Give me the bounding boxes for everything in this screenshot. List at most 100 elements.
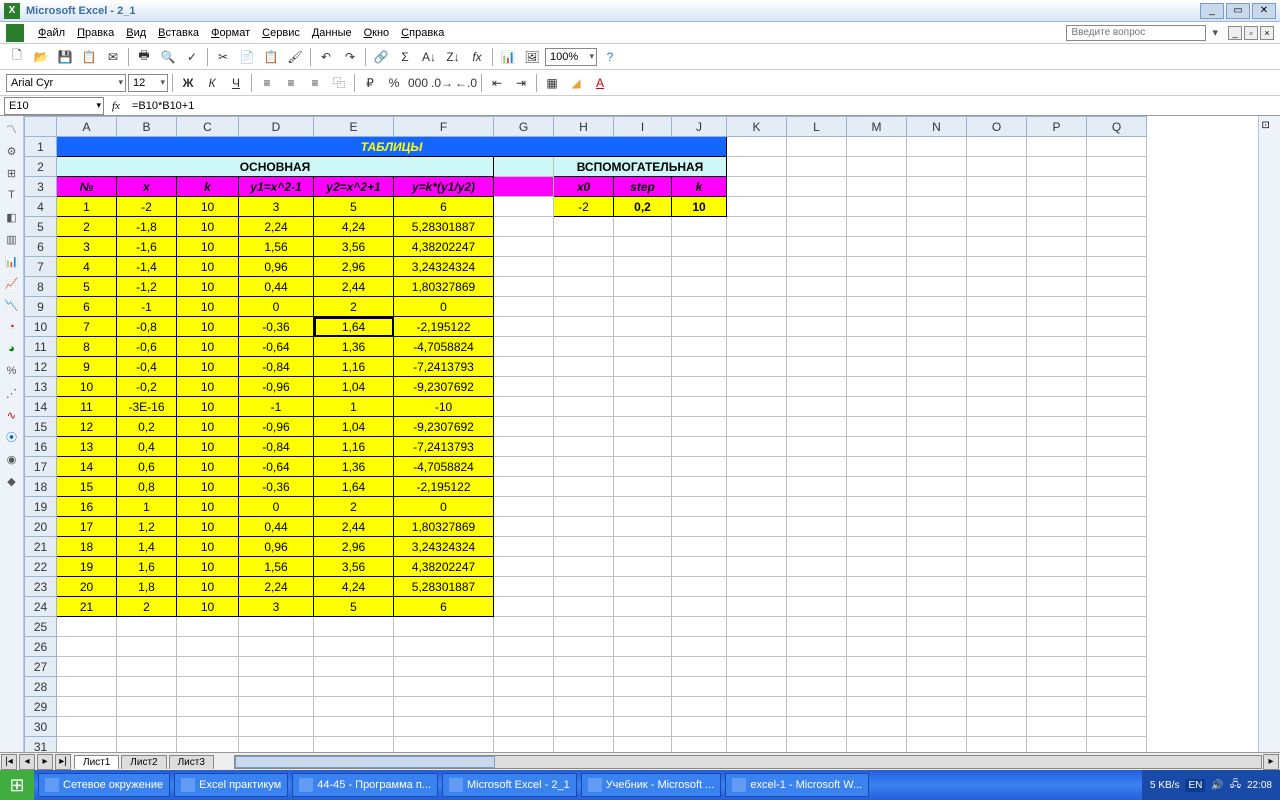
cell-G9[interactable]	[494, 297, 554, 317]
cell-G19[interactable]	[494, 497, 554, 517]
cell-A24[interactable]: 21	[57, 597, 117, 617]
cell-F23[interactable]: 5,28301887	[394, 577, 494, 597]
cell-H4[interactable]: -2	[554, 197, 614, 217]
cell-D12[interactable]: -0,84	[239, 357, 314, 377]
cell-F18[interactable]: -2,195122	[394, 477, 494, 497]
cell-C16[interactable]: 10	[177, 437, 239, 457]
cell-I20[interactable]	[614, 517, 672, 537]
cell-A1[interactable]: ТАБЛИЦЫ	[57, 137, 727, 157]
cell-J13[interactable]	[672, 377, 727, 397]
cell-N29[interactable]	[907, 697, 967, 717]
chart-tool-icon[interactable]: ▥	[3, 230, 21, 248]
sort-asc-icon[interactable]: A↓	[418, 46, 440, 68]
cell-M3[interactable]	[847, 177, 907, 197]
cell-N16[interactable]	[907, 437, 967, 457]
menu-Правка[interactable]: Правка	[71, 25, 120, 41]
cell-C31[interactable]	[177, 737, 239, 753]
cell-E23[interactable]: 4,24	[314, 577, 394, 597]
cell-J26[interactable]	[672, 637, 727, 657]
cell-P10[interactable]	[1027, 317, 1087, 337]
cell-C22[interactable]: 10	[177, 557, 239, 577]
cell-F26[interactable]	[394, 637, 494, 657]
cell-I5[interactable]	[614, 217, 672, 237]
cell-H26[interactable]	[554, 637, 614, 657]
cell-C14[interactable]: 10	[177, 397, 239, 417]
cell-G16[interactable]	[494, 437, 554, 457]
cell-G21[interactable]	[494, 537, 554, 557]
dec-indent-icon[interactable]: ⇤	[486, 72, 508, 94]
cell-G26[interactable]	[494, 637, 554, 657]
cell-Q17[interactable]	[1087, 457, 1147, 477]
cell-N15[interactable]	[907, 417, 967, 437]
cell-B25[interactable]	[117, 617, 177, 637]
cell-M18[interactable]	[847, 477, 907, 497]
cell-I16[interactable]	[614, 437, 672, 457]
cell-O27[interactable]	[967, 657, 1027, 677]
cell-N19[interactable]	[907, 497, 967, 517]
cell-M26[interactable]	[847, 637, 907, 657]
cell-K21[interactable]	[727, 537, 787, 557]
cell-O16[interactable]	[967, 437, 1027, 457]
cell-N25[interactable]	[907, 617, 967, 637]
permissions-icon[interactable]: 📋	[78, 46, 100, 68]
cell-E11[interactable]: 1,36	[314, 337, 394, 357]
inc-indent-icon[interactable]: ⇥	[510, 72, 532, 94]
cell-D29[interactable]	[239, 697, 314, 717]
cell-H2[interactable]: ВСПОМОГАТЕЛЬНАЯ	[554, 157, 727, 177]
cell-K15[interactable]	[727, 417, 787, 437]
cell-J9[interactable]	[672, 297, 727, 317]
cell-P6[interactable]	[1027, 237, 1087, 257]
cell-D19[interactable]: 0	[239, 497, 314, 517]
cell-Q5[interactable]	[1087, 217, 1147, 237]
cell-B17[interactable]: 0,6	[117, 457, 177, 477]
cell-P16[interactable]	[1027, 437, 1087, 457]
cell-O30[interactable]	[967, 717, 1027, 737]
worksheet[interactable]: ABCDEFGHIJKLMNOPQ1ТАБЛИЦЫ2ОСНОВНАЯВСПОМО…	[24, 116, 1258, 752]
cell-L30[interactable]	[787, 717, 847, 737]
cell-F29[interactable]	[394, 697, 494, 717]
cell-F7[interactable]: 3,24324324	[394, 257, 494, 277]
cell-L19[interactable]	[787, 497, 847, 517]
cell-E27[interactable]	[314, 657, 394, 677]
cell-H19[interactable]	[554, 497, 614, 517]
cell-G6[interactable]	[494, 237, 554, 257]
cell-Q3[interactable]	[1087, 177, 1147, 197]
cell-M9[interactable]	[847, 297, 907, 317]
cell-A31[interactable]	[57, 737, 117, 753]
cell-H10[interactable]	[554, 317, 614, 337]
cell-A2[interactable]: ОСНОВНАЯ	[57, 157, 494, 177]
chart-tool-icon[interactable]: 📈	[3, 274, 21, 292]
cell-G7[interactable]	[494, 257, 554, 277]
open-icon[interactable]: 📂	[30, 46, 52, 68]
cell-J23[interactable]	[672, 577, 727, 597]
cell-F8[interactable]: 1,80327869	[394, 277, 494, 297]
cell-E13[interactable]: 1,04	[314, 377, 394, 397]
cell-N31[interactable]	[907, 737, 967, 753]
cell-O25[interactable]	[967, 617, 1027, 637]
cell-Q2[interactable]	[1087, 157, 1147, 177]
tray-icon[interactable]: 🔊	[1211, 780, 1223, 791]
cell-M8[interactable]	[847, 277, 907, 297]
cell-K11[interactable]	[727, 337, 787, 357]
cell-H20[interactable]	[554, 517, 614, 537]
cell-C20[interactable]: 10	[177, 517, 239, 537]
cell-N21[interactable]	[907, 537, 967, 557]
cell-N10[interactable]	[907, 317, 967, 337]
cell-D15[interactable]: -0,96	[239, 417, 314, 437]
cell-A6[interactable]: 3	[57, 237, 117, 257]
new-icon[interactable]: 🗋	[6, 46, 28, 68]
cell-P19[interactable]	[1027, 497, 1087, 517]
row-header-19[interactable]: 19	[25, 497, 57, 517]
tab-first-button[interactable]: |◂	[1, 754, 17, 770]
cell-I4[interactable]: 0,2	[614, 197, 672, 217]
cell-B4[interactable]: -2	[117, 197, 177, 217]
cell-A23[interactable]: 20	[57, 577, 117, 597]
cell-G20[interactable]	[494, 517, 554, 537]
cell-P1[interactable]	[1027, 137, 1087, 157]
cell-A25[interactable]	[57, 617, 117, 637]
cell-A18[interactable]: 15	[57, 477, 117, 497]
cell-N6[interactable]	[907, 237, 967, 257]
cell-B9[interactable]: -1	[117, 297, 177, 317]
cell-N28[interactable]	[907, 677, 967, 697]
cell-M6[interactable]	[847, 237, 907, 257]
